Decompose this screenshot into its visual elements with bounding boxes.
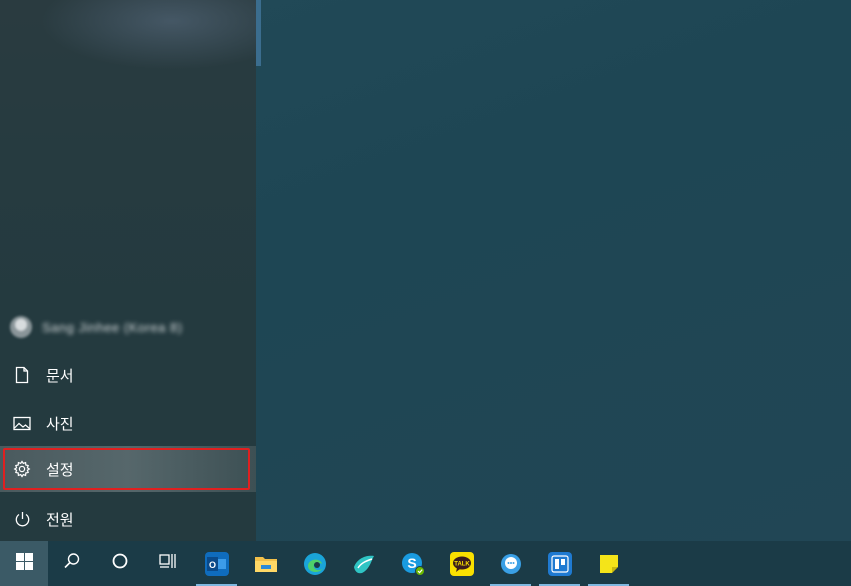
task-view-icon xyxy=(159,553,177,574)
kakaotalk-icon: TALK xyxy=(449,551,474,576)
outlook-icon: O xyxy=(204,551,229,576)
svg-text:S: S xyxy=(407,555,416,571)
start-item-power[interactable]: 전원 xyxy=(0,496,256,542)
taskbar-app-kakaotalk[interactable]: TALK xyxy=(437,541,486,586)
bird-icon xyxy=(352,552,376,576)
svg-text:TALK: TALK xyxy=(454,561,470,567)
taskbar-app-edge[interactable] xyxy=(290,541,339,586)
chat-bubble-icon xyxy=(499,552,523,576)
start-menu-scrollbar[interactable] xyxy=(256,0,261,66)
user-account-item[interactable]: Sang Jinhee (Korea 8) xyxy=(0,304,256,350)
document-icon xyxy=(12,365,32,385)
taskbar-app-bird[interactable] xyxy=(339,541,388,586)
start-button[interactable] xyxy=(0,541,48,586)
start-menu: Sang Jinhee (Korea 8) 문서 사진 설정 전원 xyxy=(0,0,260,542)
taskbar-app-outlook[interactable]: O xyxy=(192,541,241,586)
taskbar-app-trello[interactable] xyxy=(535,541,584,586)
sticky-notes-icon xyxy=(597,552,621,576)
search-icon xyxy=(63,552,81,575)
photo-icon xyxy=(12,413,32,433)
search-button[interactable] xyxy=(48,541,96,586)
taskbar-app-sticky-notes[interactable] xyxy=(584,541,633,586)
start-item-settings-label: 설정 xyxy=(46,461,74,479)
cortana-circle-icon xyxy=(111,552,129,575)
skype-icon: S xyxy=(401,552,425,576)
user-name: Sang Jinhee (Korea 8) xyxy=(42,319,183,335)
trello-icon xyxy=(547,551,572,576)
start-item-documents-label: 문서 xyxy=(46,367,74,385)
edge-icon xyxy=(303,552,327,576)
start-item-power-label: 전원 xyxy=(46,511,74,529)
start-item-photos-label: 사진 xyxy=(46,415,74,433)
power-icon xyxy=(12,509,32,529)
cortana-button[interactable] xyxy=(96,541,144,586)
folder-icon xyxy=(254,552,278,576)
svg-text:O: O xyxy=(208,560,215,570)
user-avatar xyxy=(10,316,32,338)
start-item-photos[interactable]: 사진 xyxy=(0,400,256,446)
taskbar-app-file-explorer[interactable] xyxy=(241,541,290,586)
taskbar-app-skype[interactable]: S xyxy=(388,541,437,586)
task-view-button[interactable] xyxy=(144,541,192,586)
start-menu-glow xyxy=(40,0,260,70)
taskbar-app-messenger[interactable] xyxy=(486,541,535,586)
start-item-documents[interactable]: 문서 xyxy=(0,352,256,398)
windows-logo-icon xyxy=(15,552,33,575)
start-item-settings[interactable]: 설정 xyxy=(0,446,256,492)
gear-icon xyxy=(12,459,32,479)
taskbar: O S TALK xyxy=(0,541,851,586)
